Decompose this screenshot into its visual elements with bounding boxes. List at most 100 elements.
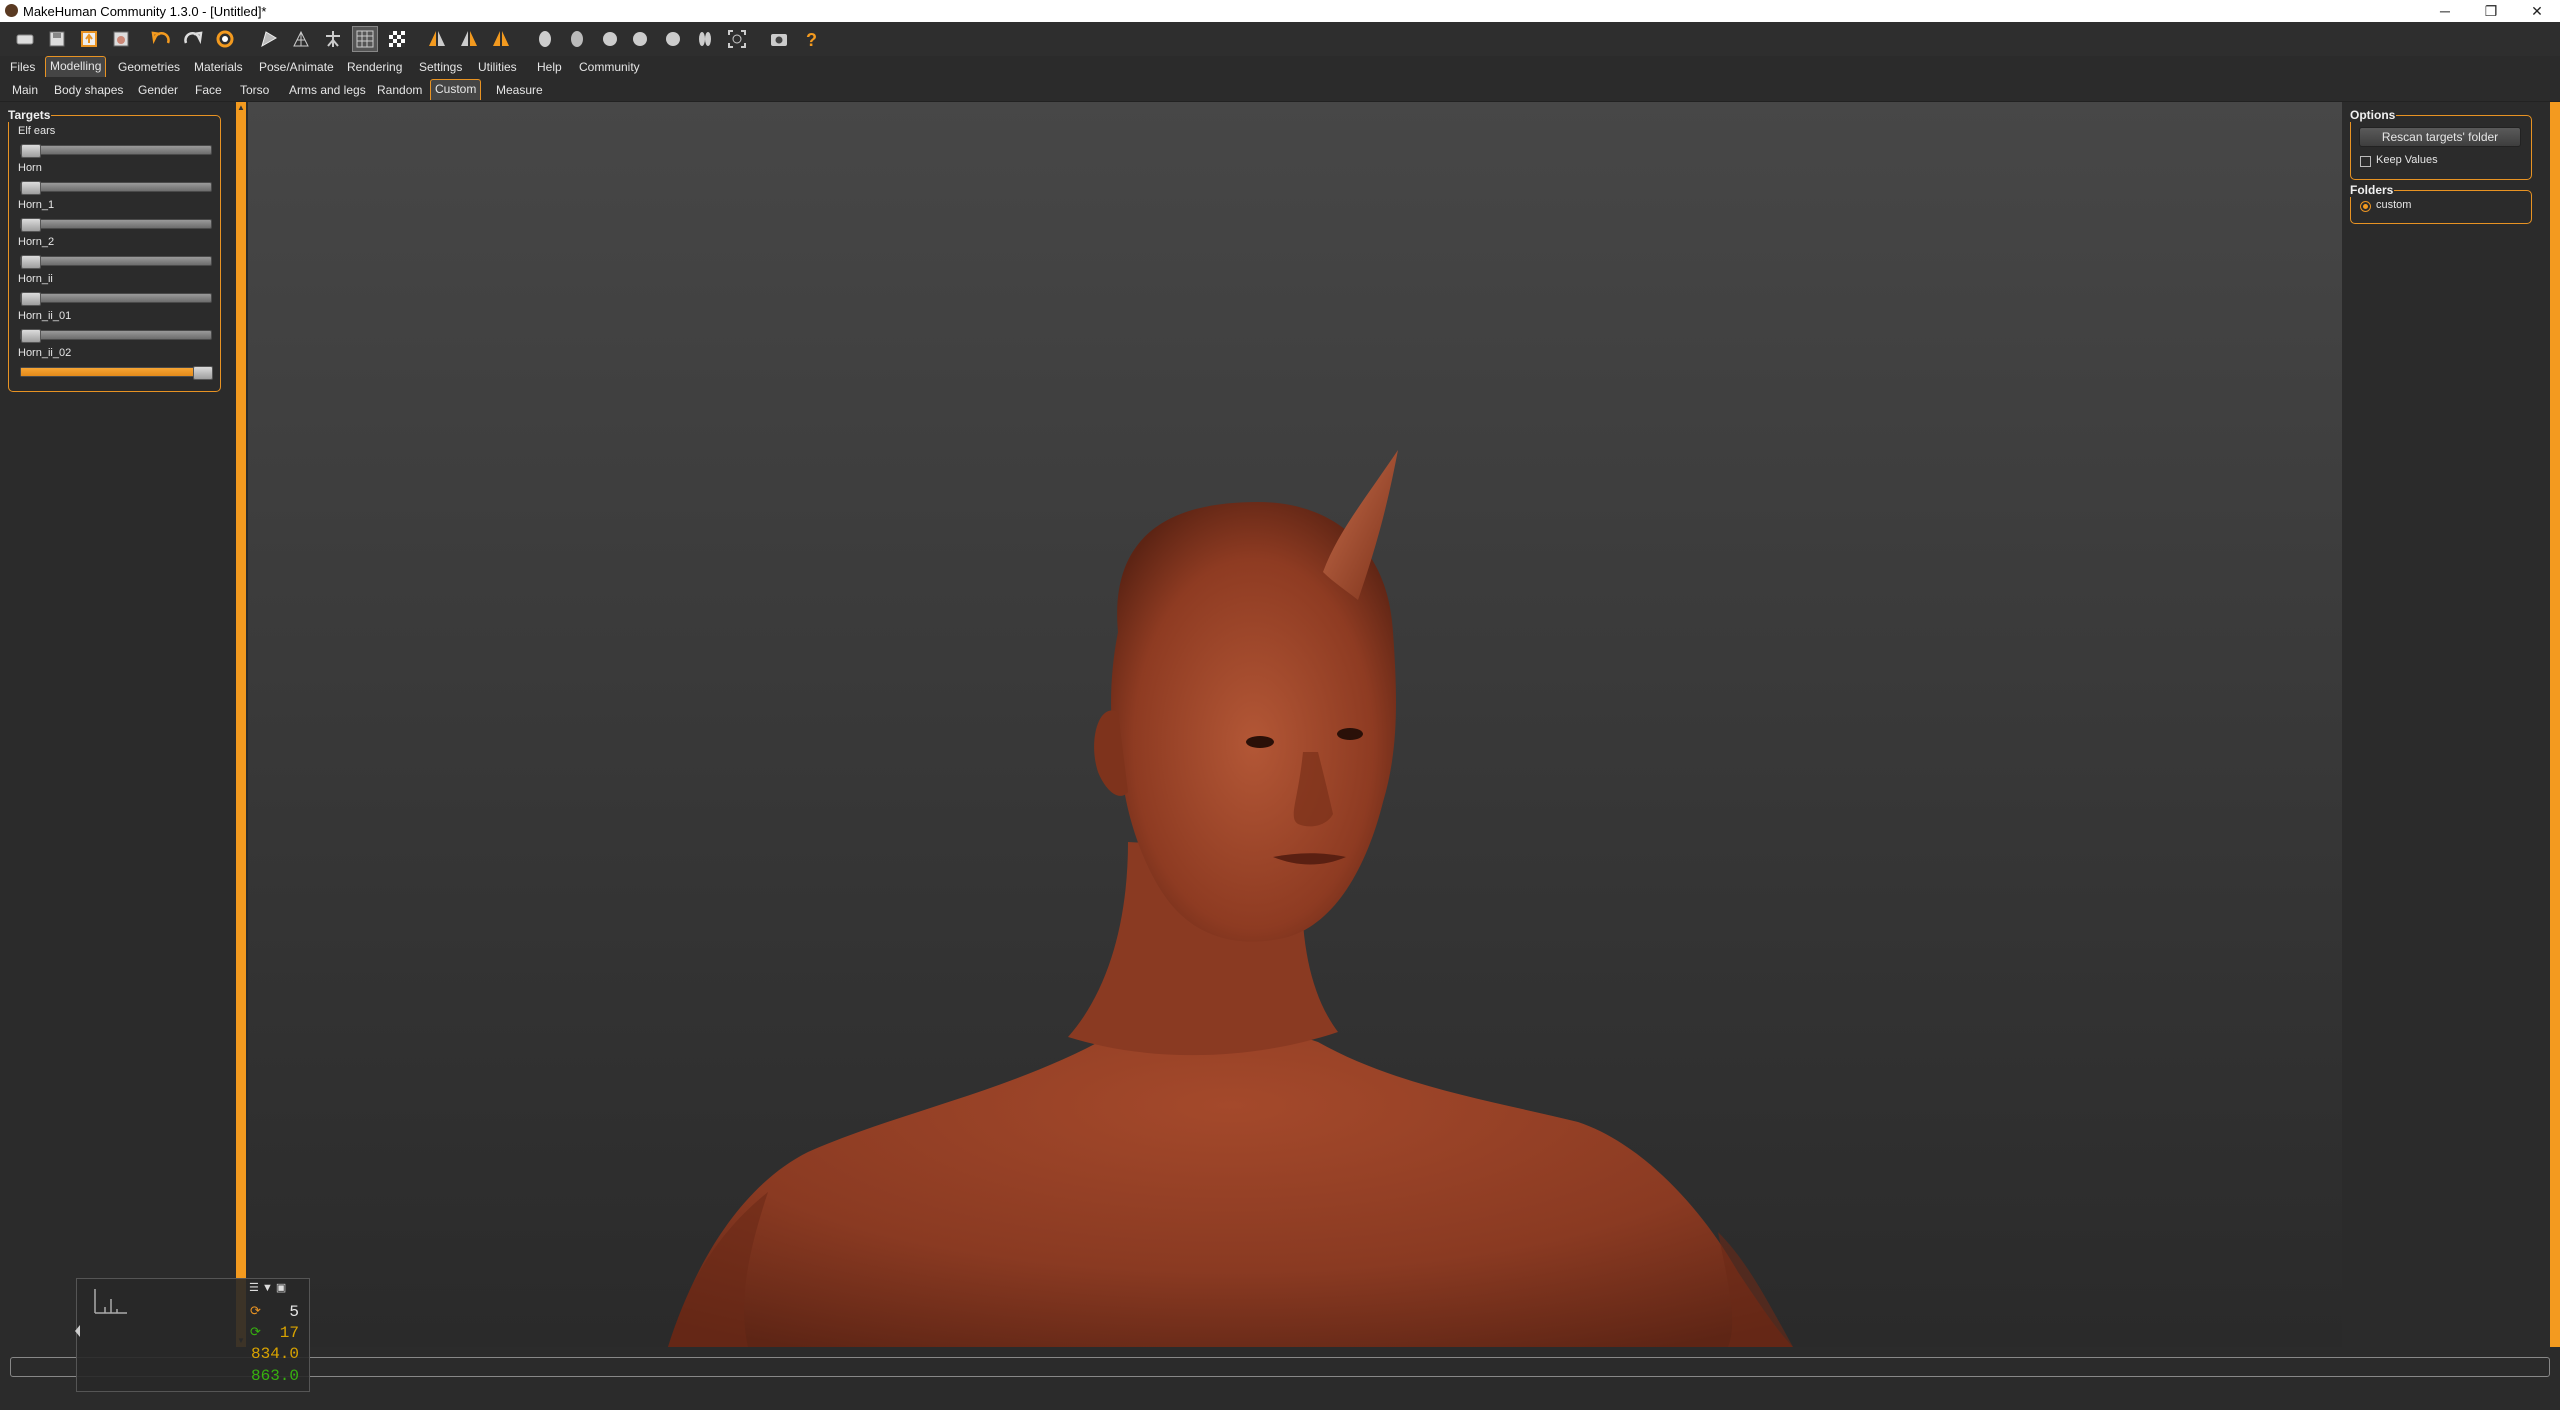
save-icon[interactable]: [45, 27, 69, 51]
targets-title: Targets: [7, 108, 52, 122]
symmetry-left-icon[interactable]: [457, 27, 481, 51]
rescan-targets-button[interactable]: Rescan targets' folder: [2359, 127, 2521, 147]
subtab-body-shapes[interactable]: Body shapes: [50, 81, 127, 99]
svg-text:?: ?: [806, 30, 817, 50]
symmetry-icon[interactable]: [489, 27, 513, 51]
slider-handle[interactable]: [21, 218, 41, 232]
target-label: Horn: [18, 162, 42, 174]
target-slider[interactable]: [20, 329, 212, 343]
stat-value-3: 834.0: [250, 1345, 299, 1363]
tab-settings[interactable]: Settings: [415, 58, 466, 76]
title-bar: MakeHuman Community 1.3.0 - [Untitled]* …: [0, 0, 2560, 22]
slider-handle[interactable]: [21, 329, 41, 343]
slider-handle[interactable]: [193, 366, 213, 380]
new-icon[interactable]: [13, 27, 37, 51]
target-slider[interactable]: [20, 366, 213, 380]
right-view-icon[interactable]: [629, 27, 653, 51]
target-slider[interactable]: [20, 144, 212, 158]
slider-handle[interactable]: [21, 292, 41, 306]
target-slider[interactable]: [20, 218, 212, 232]
graph-icon: [94, 1289, 127, 1314]
tab-community[interactable]: Community: [575, 58, 644, 76]
subtab-gender[interactable]: Gender: [134, 81, 182, 99]
folder-radio-custom[interactable]: [2360, 201, 2371, 212]
right-eye: [1337, 728, 1363, 740]
target-label: Horn_ii: [18, 273, 53, 285]
status-field: [10, 1357, 2550, 1377]
subtab-measure[interactable]: Measure: [492, 81, 547, 99]
undo-icon[interactable]: [149, 27, 173, 51]
torso: [668, 1002, 1793, 1347]
maximize-button[interactable]: ❐: [2468, 0, 2514, 22]
subtab-torso[interactable]: Torso: [236, 81, 273, 99]
smooth-icon[interactable]: [257, 27, 281, 51]
pose-icon[interactable]: [321, 27, 345, 51]
left-view-icon[interactable]: [597, 27, 621, 51]
top-view-icon[interactable]: [661, 27, 685, 51]
human-model: [668, 450, 1793, 1347]
screenshot-icon[interactable]: [767, 27, 791, 51]
left-panel-scrollbar[interactable]: ▲ ▼: [236, 102, 246, 1347]
tab-help[interactable]: Help: [533, 58, 566, 76]
target-slider[interactable]: [20, 255, 212, 269]
target-label: Horn_ii_02: [18, 347, 72, 359]
grid-icon[interactable]: [352, 26, 378, 52]
reset-icon[interactable]: [213, 27, 237, 51]
tab-materials[interactable]: Materials: [190, 58, 247, 76]
tab-files[interactable]: Files: [6, 58, 39, 76]
keep-values-checkbox[interactable]: [2360, 156, 2371, 167]
slider-handle[interactable]: [21, 181, 41, 195]
menu-icon[interactable]: ☰: [249, 1282, 259, 1294]
dropdown-icon[interactable]: ▼: [262, 1282, 273, 1294]
keep-values-label: Keep Values: [2376, 154, 2438, 166]
back-view-icon[interactable]: [565, 27, 589, 51]
window-title: MakeHuman Community 1.3.0 - [Untitled]*: [23, 4, 267, 19]
left-eye: [1246, 736, 1274, 748]
background-icon[interactable]: [385, 27, 409, 51]
scroll-up-arrow-icon[interactable]: ▲: [237, 104, 245, 112]
target-label: Horn_1: [18, 199, 55, 211]
folders-title: Folders: [2349, 183, 2395, 197]
tab-utilities[interactable]: Utilities: [474, 58, 521, 76]
target-slider[interactable]: [20, 181, 212, 195]
options-title: Options: [2349, 108, 2397, 122]
subtab-custom[interactable]: Custom: [430, 79, 482, 100]
status-bar: [0, 1348, 2560, 1410]
symmetry-right-icon[interactable]: [425, 27, 449, 51]
subtab-main[interactable]: Main: [8, 81, 42, 99]
slider-handle[interactable]: [21, 144, 41, 158]
target-label: Horn_2: [18, 236, 55, 248]
modelling-subtabs: Main Body shapes Gender Face Torso Arms …: [0, 79, 2560, 102]
subtab-random[interactable]: Random: [373, 81, 426, 99]
stat-value-4: 863.0: [250, 1367, 299, 1385]
wireframe-icon[interactable]: [289, 27, 313, 51]
left-panel: Targets Elf ears Horn Horn_1 Horn_2 Horn…: [0, 102, 233, 1348]
subtab-face[interactable]: Face: [191, 81, 226, 99]
redo-icon[interactable]: [181, 27, 205, 51]
slider-handle[interactable]: [21, 255, 41, 269]
target-label: Elf ears: [18, 125, 56, 137]
3d-viewport[interactable]: [248, 102, 2342, 1347]
collapse-arrow-icon[interactable]: [75, 1325, 80, 1337]
tab-rendering[interactable]: Rendering: [343, 58, 406, 76]
right-panel-scrollbar[interactable]: [2550, 102, 2560, 1347]
minimize-button[interactable]: ─: [2422, 0, 2468, 22]
subtab-arms-and-legs[interactable]: Arms and legs: [285, 81, 370, 99]
target-label: Horn_ii_01: [18, 310, 72, 322]
tab-pose-animate[interactable]: Pose/Animate: [255, 58, 338, 76]
overlay-controls[interactable]: ☰ ▼ ▣: [249, 1281, 305, 1295]
close-button[interactable]: ✕: [2514, 0, 2560, 22]
bottom-view-icon[interactable]: [693, 27, 717, 51]
tab-modelling[interactable]: Modelling: [45, 56, 107, 77]
front-view-icon[interactable]: [533, 27, 557, 51]
reset-camera-icon[interactable]: [725, 27, 749, 51]
main-tabs: Files Modelling Geometries Materials Pos…: [0, 56, 2560, 78]
target-slider[interactable]: [20, 292, 212, 306]
stat-value-2: 17: [279, 1324, 299, 1342]
tab-geometries[interactable]: Geometries: [114, 58, 184, 76]
window-icon[interactable]: ▣: [276, 1282, 286, 1294]
options-groupbox: [2350, 115, 2532, 180]
export-icon[interactable]: [77, 27, 101, 51]
load-icon[interactable]: [109, 27, 133, 51]
help-icon[interactable]: ?: [799, 27, 823, 51]
